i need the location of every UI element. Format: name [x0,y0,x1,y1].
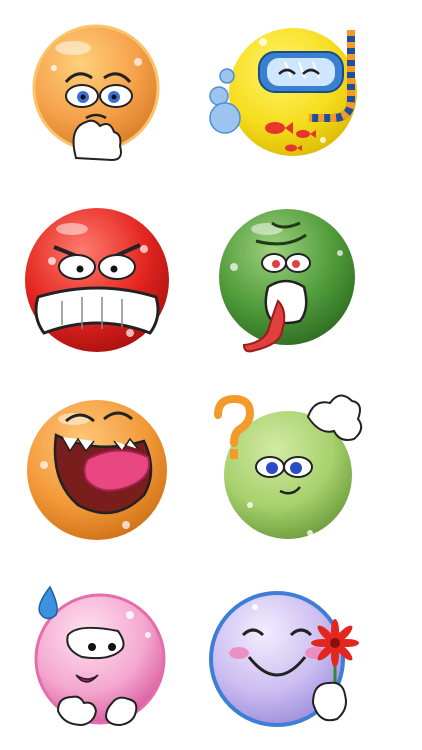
confused-face-icon[interactable] [210,394,365,545]
laughing-face-icon[interactable] [22,395,172,545]
shy-face-icon[interactable] [28,585,168,730]
worried-face-icon[interactable] [28,20,168,170]
snorkel-face-icon[interactable] [205,22,365,162]
angry-face-icon[interactable] [22,205,172,355]
flower-face-icon[interactable] [205,585,360,730]
emoji-sticker-grid [0,0,422,750]
sick-face-icon[interactable] [212,205,362,355]
